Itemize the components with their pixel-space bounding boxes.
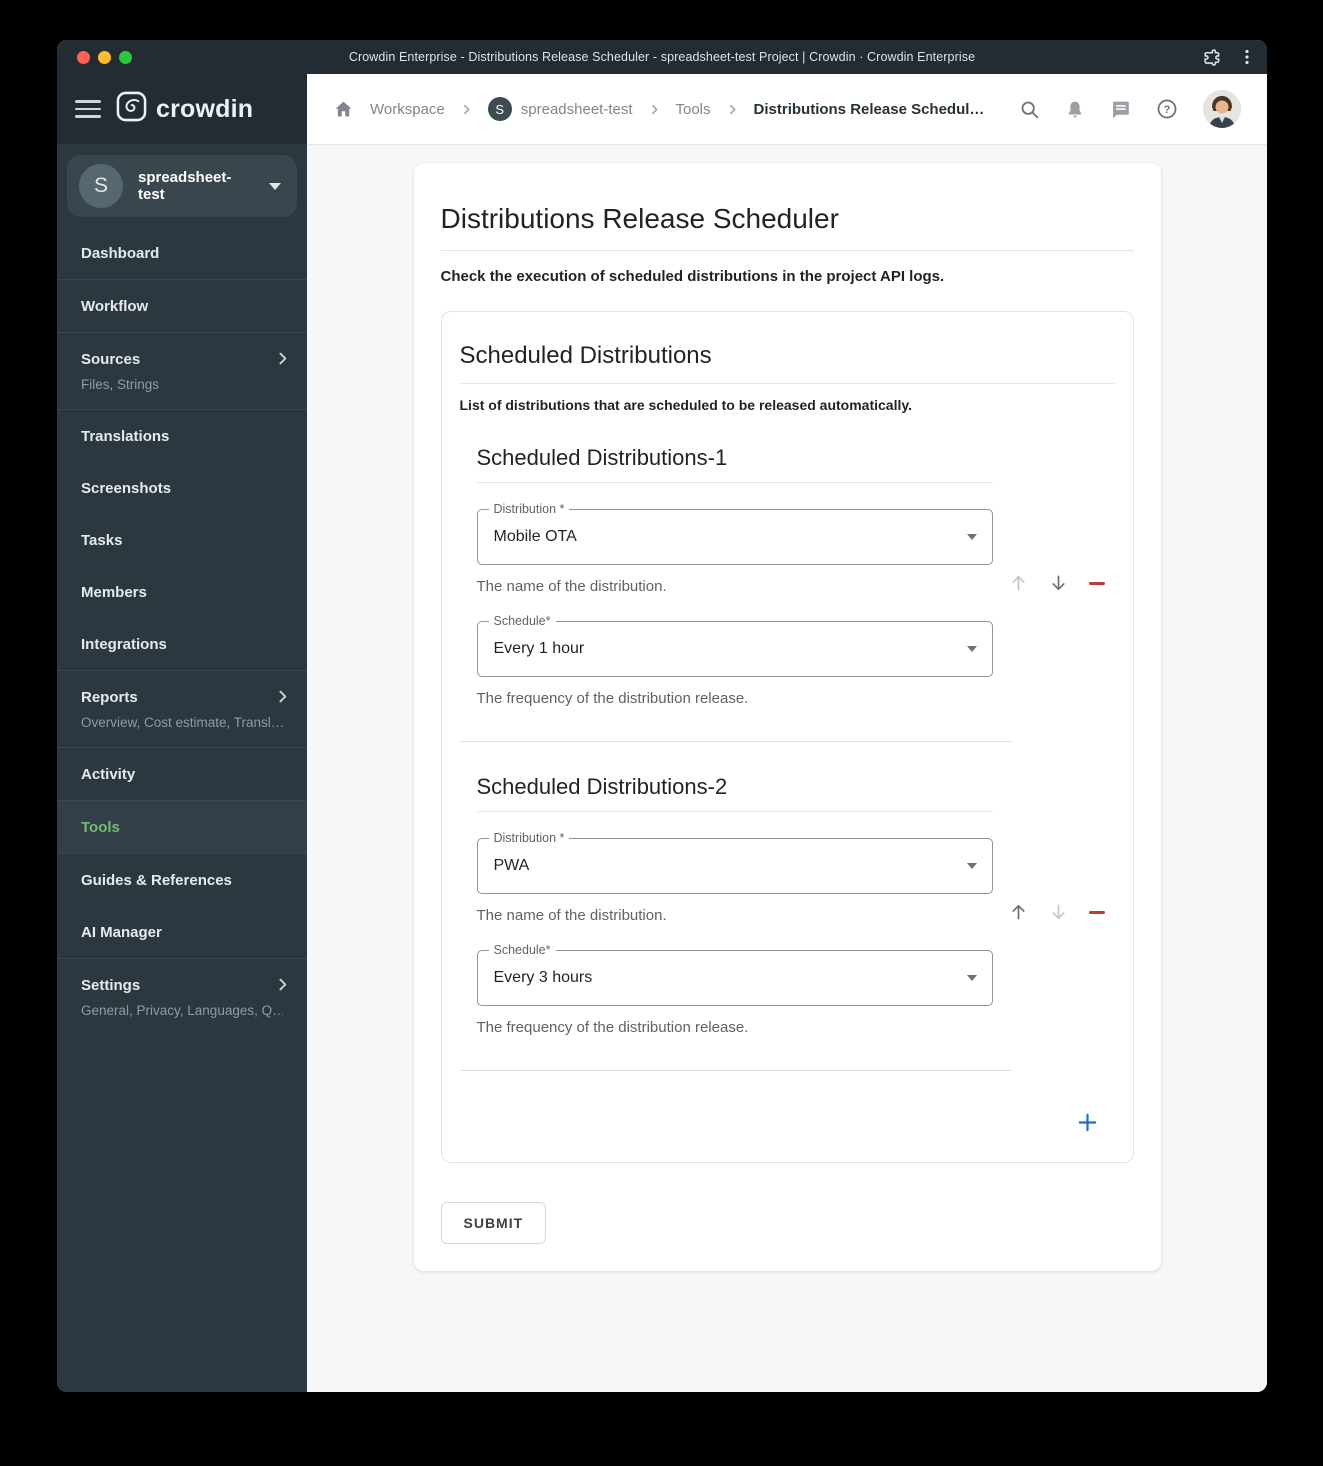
crowdin-logo-text: crowdin <box>156 94 254 123</box>
sidebar-item-sources[interactable]: Sources Files, Strings <box>57 333 307 409</box>
schedule-select[interactable]: Schedule* Every 3 hours <box>476 943 993 1006</box>
zoom-window-button[interactable] <box>119 50 132 64</box>
user-avatar[interactable] <box>1203 90 1241 128</box>
group-title: Scheduled Distributions-1 <box>476 445 993 483</box>
sidebar-item-reports[interactable]: Reports Overview, Cost estimate, Transl… <box>57 671 307 747</box>
group-controls <box>1009 573 1105 595</box>
chevron-right-icon <box>274 688 291 710</box>
required-asterisk: * <box>559 831 565 845</box>
dropdown-caret-icon <box>966 975 977 981</box>
sidebar-item-activity[interactable]: Activity <box>57 748 307 800</box>
sidebar: crowdin S spreadsheet-test Dashboard Wor… <box>57 74 307 1392</box>
bell-icon[interactable] <box>1065 99 1085 120</box>
distribution-select[interactable]: Distribution * Mobile OTA <box>476 502 993 565</box>
submit-button[interactable]: SUBMIT <box>440 1202 547 1244</box>
project-badge: S <box>487 97 512 121</box>
sidebar-item-tools[interactable]: Tools <box>57 801 307 853</box>
chevron-right-icon <box>274 976 291 998</box>
sidebar-item-translations[interactable]: Translations <box>57 410 307 462</box>
chevron-right-icon <box>648 103 661 116</box>
group-controls <box>1009 902 1105 924</box>
field-label: Schedule* <box>488 943 556 957</box>
add-group-button[interactable] <box>1076 1111 1099 1134</box>
field-helper: The name of the distribution. <box>476 578 667 595</box>
remove-minus-icon <box>1088 910 1105 914</box>
field-helper: The name of the distribution. <box>476 907 667 924</box>
browser-menu-icon[interactable] <box>1239 49 1255 65</box>
breadcrumb-workspace[interactable]: Workspace <box>370 101 445 118</box>
required-asterisk: * <box>559 502 565 516</box>
chevron-right-icon <box>460 103 473 116</box>
dropdown-caret-icon <box>966 646 977 652</box>
remove-group-button[interactable] <box>1088 910 1105 914</box>
project-avatar: S <box>79 164 123 208</box>
sidebar-item-workflow[interactable]: Workflow <box>57 280 307 332</box>
crowdin-logo-icon <box>116 91 147 127</box>
browser-window: Crowdin Enterprise - Distributions Relea… <box>57 40 1267 1392</box>
crowdin-logo[interactable]: crowdin <box>116 91 253 127</box>
distribution-select[interactable]: Distribution * PWA <box>476 831 993 894</box>
move-up-button[interactable] <box>1009 902 1028 922</box>
distribution-group-1: Scheduled Distributions-1 Distribution *… <box>476 445 1115 707</box>
sidebar-item-ai-manager[interactable]: AI Manager <box>57 906 307 958</box>
close-window-button[interactable] <box>77 50 90 64</box>
sidebar-header: crowdin <box>57 74 307 145</box>
group-title: Scheduled Distributions-2 <box>476 774 993 812</box>
sidebar-item-guides-references[interactable]: Guides & References <box>57 854 307 906</box>
required-asterisk: * <box>545 614 551 628</box>
sidebar-nav: Dashboard Workflow Sources Files, String… <box>57 227 307 1035</box>
help-icon[interactable]: ? <box>1156 98 1178 120</box>
field-helper: The frequency of the distribution releas… <box>476 1019 749 1036</box>
dropdown-caret-icon <box>966 863 977 869</box>
page-subtitle: Check the execution of scheduled distrib… <box>440 268 945 285</box>
breadcrumb: Workspace S spreadsheet-test Tools Distr… <box>307 74 1267 145</box>
sidebar-item-screenshots[interactable]: Screenshots <box>57 462 307 514</box>
window-title: Crowdin Enterprise - Distributions Relea… <box>348 50 976 64</box>
sidebar-item-integrations[interactable]: Integrations <box>57 618 307 670</box>
sidebar-item-dashboard[interactable]: Dashboard <box>57 227 307 279</box>
sidebar-item-tasks[interactable]: Tasks <box>57 514 307 566</box>
hamburger-menu-icon[interactable] <box>75 100 101 118</box>
page-content: Distributions Release Scheduler Check th… <box>307 145 1267 1392</box>
home-icon[interactable] <box>333 99 354 120</box>
breadcrumb-project[interactable]: S spreadsheet-test <box>487 97 633 121</box>
field-label: Distribution * <box>488 502 570 516</box>
svg-text:?: ? <box>1164 104 1171 116</box>
remove-group-button[interactable] <box>1088 581 1105 585</box>
window-titlebar: Crowdin Enterprise - Distributions Relea… <box>57 40 1267 74</box>
field-label: Schedule* <box>488 614 556 628</box>
sidebar-item-members[interactable]: Members <box>57 566 307 618</box>
extensions-puzzle-icon[interactable] <box>1202 48 1221 67</box>
schedule-select[interactable]: Schedule* Every 1 hour <box>476 614 993 677</box>
move-up-button[interactable] <box>1009 573 1028 593</box>
project-name: spreadsheet-test <box>138 169 232 203</box>
card-title: Scheduled Distributions <box>459 342 1115 384</box>
search-icon[interactable] <box>1019 99 1040 120</box>
remove-minus-icon <box>1088 581 1105 585</box>
move-down-button[interactable] <box>1049 902 1068 922</box>
minimize-window-button[interactable] <box>98 50 111 64</box>
dropdown-caret-icon <box>966 534 977 540</box>
distribution-group-2: Scheduled Distributions-2 Distribution *… <box>476 774 1115 1036</box>
required-asterisk: * <box>545 943 551 957</box>
chevron-down-icon <box>269 182 281 190</box>
card-description: List of distributions that are scheduled… <box>459 397 913 413</box>
project-selector[interactable]: S spreadsheet-test <box>67 155 297 217</box>
scheduler-card: Distributions Release Scheduler Check th… <box>413 163 1161 1271</box>
breadcrumb-current-page: Distributions Release Schedul… <box>753 100 985 118</box>
divider <box>459 741 1012 742</box>
scheduled-distributions-card: Scheduled Distributions List of distribu… <box>440 311 1134 1163</box>
page-title: Distributions Release Scheduler <box>440 203 1134 251</box>
chevron-right-icon <box>726 103 739 116</box>
chevron-right-icon <box>274 350 291 372</box>
field-helper: The frequency of the distribution releas… <box>476 690 749 707</box>
messages-icon[interactable] <box>1110 99 1131 120</box>
traffic-lights <box>77 40 132 74</box>
breadcrumb-tools[interactable]: Tools <box>676 101 711 118</box>
move-down-button[interactable] <box>1049 573 1068 593</box>
sidebar-item-settings[interactable]: Settings General, Privacy, Languages, Q… <box>57 959 307 1035</box>
field-label: Distribution * <box>488 831 570 845</box>
